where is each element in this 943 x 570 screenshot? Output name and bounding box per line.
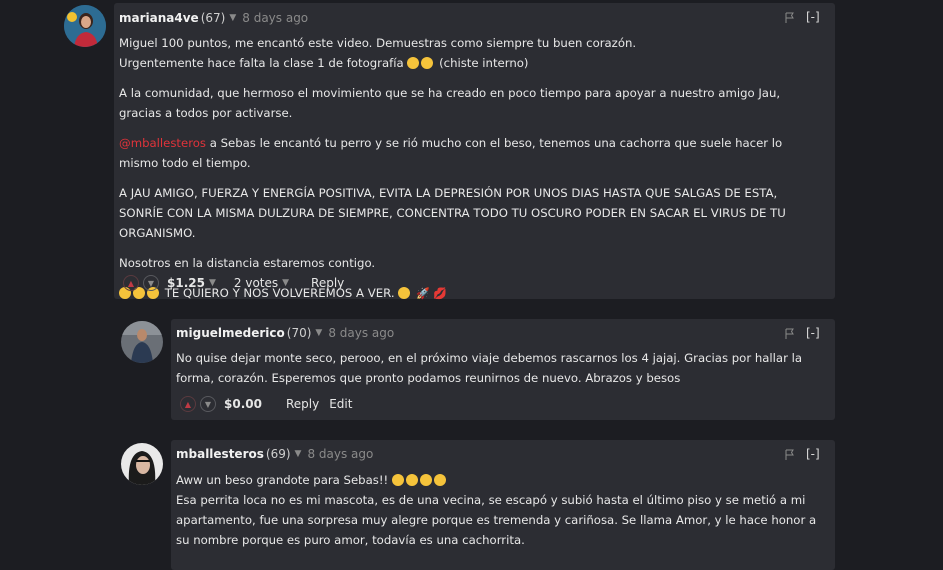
author-menu-caret-icon[interactable]: ▼ (315, 328, 322, 338)
comment-footer: ▲ ▼ $0.00 Reply Edit (180, 396, 352, 412)
comment-header: mariana4ve (67) ▼ 8 days ago (119, 4, 308, 32)
author-menu-caret-icon[interactable]: ▼ (229, 13, 236, 23)
reply-button[interactable]: Reply (286, 397, 319, 411)
flag-icon[interactable] (785, 12, 795, 24)
comment-body: Aww un beso grandote para Sebas!! Esa pe… (176, 470, 828, 560)
comment-timestamp[interactable]: 8 days ago (328, 326, 394, 340)
flag-icon[interactable] (785, 328, 795, 340)
upvote-chevron-icon[interactable]: ▲ (180, 396, 196, 412)
collapse-toggle[interactable]: [-] (806, 447, 820, 461)
comment-card: miguelmederico (70) ▼ 8 days ago [-] No … (171, 319, 835, 420)
laughing-emoji-icon (407, 57, 420, 69)
author-name[interactable]: miguelmederico (176, 326, 285, 340)
downvote-chevron-icon[interactable]: ▼ (200, 396, 216, 412)
flag-icon[interactable] (785, 449, 795, 461)
comment-timestamp[interactable]: 8 days ago (307, 447, 373, 461)
comment-header: miguelmederico (70) ▼ 8 days ago (176, 319, 394, 347)
avatar-image (121, 443, 163, 485)
comment-text: a Sebas le encantó tu perro y se rió muc… (119, 136, 783, 170)
reply-button[interactable]: Reply (311, 276, 344, 290)
comment-card: mballesteros (69) ▼ 8 days ago [-] Aww u… (171, 440, 835, 570)
votes-caret-icon[interactable]: ▼ (282, 278, 289, 288)
author-reputation: (67) (200, 11, 226, 25)
kiss-emoji-icon (391, 474, 404, 486)
comment-text: Miguel 100 puntos, me encantó este video… (119, 36, 637, 50)
rocket-emoji-icon: 🚀 (415, 287, 430, 300)
kiss-emoji-icon (433, 474, 446, 486)
author-menu-caret-icon[interactable]: ▼ (295, 449, 302, 459)
upvote-chevron-icon[interactable]: ▲ (123, 275, 139, 291)
smile-emoji-icon (398, 287, 411, 299)
comment-paragraph: No quise dejar monte seco, perooo, en el… (176, 351, 803, 385)
avatar-miguelmederico[interactable] (121, 321, 163, 363)
comment-paragraph: Esa perrita loca no es mi mascota, es de… (176, 493, 817, 547)
comment-text: (chiste interno) (439, 56, 529, 70)
payout-value[interactable]: $1.25 (167, 276, 205, 290)
comment-card: mariana4ve (67) ▼ 8 days ago [-] Miguel … (114, 3, 835, 300)
kiss-emoji-icon (405, 474, 418, 486)
comment-text: Urgentemente hace falta la clase 1 de fo… (119, 56, 404, 70)
comment-paragraph: Nosotros en la distancia estaremos conti… (119, 256, 376, 270)
comment-header: mballesteros (69) ▼ 8 days ago (176, 440, 373, 468)
votes-count[interactable]: 2 votes (234, 276, 278, 290)
comment-body: Miguel 100 puntos, me encantó este video… (119, 33, 809, 314)
grinning-emoji-icon (421, 57, 434, 69)
downvote-chevron-icon[interactable]: ▼ (143, 275, 159, 291)
author-reputation: (70) (286, 326, 312, 340)
author-name[interactable]: mballesteros (176, 447, 264, 461)
avatar-image (64, 5, 106, 47)
avatar-mariana4ve[interactable] (64, 5, 106, 47)
collapse-toggle[interactable]: [-] (806, 326, 820, 340)
payout-caret-icon[interactable]: ▼ (209, 278, 216, 288)
collapse-toggle[interactable]: [-] (806, 10, 820, 24)
comment-footer: ▲ ▼ $1.25 ▼ 2 votes ▼ Reply (123, 275, 344, 291)
payout-value[interactable]: $0.00 (224, 397, 262, 411)
comment-timestamp[interactable]: 8 days ago (242, 11, 308, 25)
kiss-emoji-icon (419, 474, 432, 486)
comment-paragraph: A la comunidad, que hermoso el movimient… (119, 86, 781, 120)
lips-emoji-icon: 💋 (433, 287, 448, 300)
user-mention-link[interactable]: @mballesteros (119, 136, 206, 150)
author-reputation: (69) (265, 447, 291, 461)
edit-button[interactable]: Edit (329, 397, 352, 411)
comment-body: No quise dejar monte seco, perooo, en el… (176, 348, 806, 398)
author-name[interactable]: mariana4ve (119, 11, 199, 25)
avatar-image (121, 321, 163, 363)
avatar-mballesteros[interactable] (121, 443, 163, 485)
comment-text: Aww un beso grandote para Sebas!! (176, 473, 389, 487)
comment-paragraph: A JAU AMIGO, FUERZA Y ENERGÍA POSITIVA, … (119, 186, 786, 240)
